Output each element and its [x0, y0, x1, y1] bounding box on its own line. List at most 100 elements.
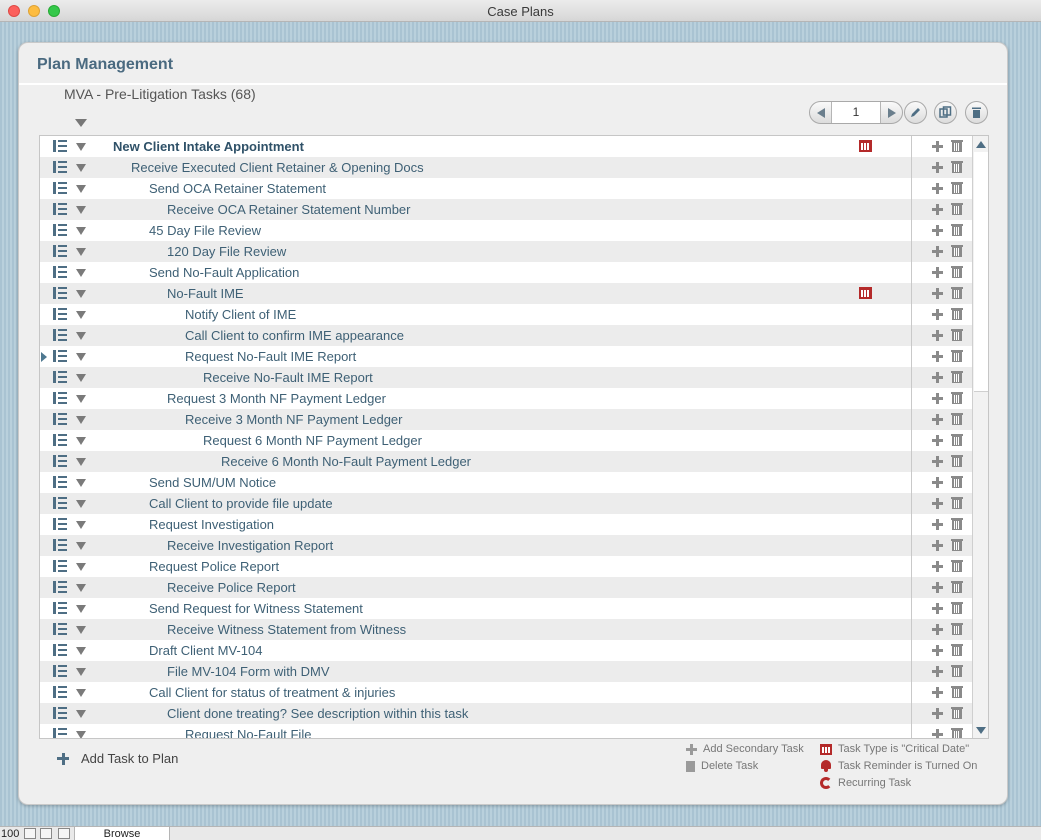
- task-label[interactable]: Send SUM/UM Notice: [149, 475, 276, 490]
- task-row[interactable]: Send No-Fault Application: [40, 262, 972, 283]
- drag-handle-icon[interactable]: [53, 560, 67, 572]
- delete-task-icon[interactable]: [951, 329, 963, 341]
- task-label[interactable]: Send Request for Witness Statement: [149, 601, 363, 616]
- expand-toggle-icon[interactable]: [76, 395, 86, 403]
- task-label[interactable]: Call Client to provide file update: [149, 496, 333, 511]
- task-row[interactable]: Request 6 Month NF Payment Ledger: [40, 430, 972, 451]
- drag-handle-icon[interactable]: [53, 245, 67, 257]
- delete-task-icon[interactable]: [951, 707, 963, 719]
- add-secondary-task-icon[interactable]: [932, 309, 943, 320]
- delete-task-icon[interactable]: [951, 350, 963, 362]
- task-row[interactable]: Client done treating? See description wi…: [40, 703, 972, 724]
- drag-handle-icon[interactable]: [53, 665, 67, 677]
- drag-handle-icon[interactable]: [53, 329, 67, 341]
- scroll-up-icon[interactable]: [976, 141, 986, 148]
- task-label[interactable]: Receive 6 Month No-Fault Payment Ledger: [221, 454, 471, 469]
- add-task-to-plan-button[interactable]: Add Task to Plan: [57, 751, 178, 766]
- task-row[interactable]: New Client Intake Appointment: [40, 136, 972, 157]
- scroll-thumb[interactable]: [974, 152, 988, 392]
- expand-toggle-icon[interactable]: [76, 668, 86, 676]
- task-row[interactable]: Request No-Fault File: [40, 724, 972, 738]
- expand-toggle-icon[interactable]: [76, 584, 86, 592]
- task-label[interactable]: Receive OCA Retainer Statement Number: [167, 202, 411, 217]
- add-secondary-task-icon[interactable]: [932, 162, 943, 173]
- add-secondary-task-icon[interactable]: [932, 141, 943, 152]
- expand-toggle-icon[interactable]: [76, 521, 86, 529]
- delete-task-icon[interactable]: [951, 224, 963, 236]
- drag-handle-icon[interactable]: [53, 140, 67, 152]
- task-label[interactable]: Receive 3 Month NF Payment Ledger: [185, 412, 403, 427]
- task-row[interactable]: Request No-Fault IME Report: [40, 346, 972, 367]
- delete-plan-button[interactable]: [965, 101, 988, 124]
- task-row[interactable]: Send OCA Retainer Statement: [40, 178, 972, 199]
- delete-task-icon[interactable]: [951, 581, 963, 593]
- task-row[interactable]: Receive 6 Month No-Fault Payment Ledger: [40, 451, 972, 472]
- expand-toggle-icon[interactable]: [76, 689, 86, 697]
- task-label[interactable]: Receive Executed Client Retainer & Openi…: [131, 160, 424, 175]
- expand-toggle-icon[interactable]: [76, 374, 86, 382]
- drag-handle-icon[interactable]: [53, 728, 67, 738]
- delete-task-icon[interactable]: [951, 476, 963, 488]
- delete-task-icon[interactable]: [951, 413, 963, 425]
- add-secondary-task-icon[interactable]: [932, 414, 943, 425]
- add-secondary-task-icon[interactable]: [932, 645, 943, 656]
- expand-toggle-icon[interactable]: [76, 647, 86, 655]
- page-number-field[interactable]: 1: [832, 102, 880, 123]
- expand-toggle-icon[interactable]: [76, 416, 86, 424]
- task-row[interactable]: Send SUM/UM Notice: [40, 472, 972, 493]
- task-label[interactable]: Receive Witness Statement from Witness: [167, 622, 406, 637]
- drag-handle-icon[interactable]: [53, 518, 67, 530]
- add-secondary-task-icon[interactable]: [932, 204, 943, 215]
- drag-handle-icon[interactable]: [53, 539, 67, 551]
- task-label[interactable]: Send OCA Retainer Statement: [149, 181, 326, 196]
- expand-toggle-icon[interactable]: [76, 731, 86, 738]
- task-label[interactable]: Request No-Fault File: [185, 727, 311, 738]
- delete-task-icon[interactable]: [951, 287, 963, 299]
- add-secondary-task-icon[interactable]: [932, 519, 943, 530]
- task-label[interactable]: Call Client for status of treatment & in…: [149, 685, 395, 700]
- add-secondary-task-icon[interactable]: [932, 624, 943, 635]
- task-row[interactable]: 45 Day File Review: [40, 220, 972, 241]
- expand-toggle-icon[interactable]: [76, 248, 86, 256]
- delete-task-icon[interactable]: [951, 560, 963, 572]
- task-label[interactable]: Request 6 Month NF Payment Ledger: [203, 433, 422, 448]
- add-secondary-task-icon[interactable]: [932, 246, 943, 257]
- zoom-out-button[interactable]: [24, 828, 36, 839]
- add-secondary-task-icon[interactable]: [932, 183, 943, 194]
- task-row[interactable]: 120 Day File Review: [40, 241, 972, 262]
- scroll-down-icon[interactable]: [976, 727, 986, 734]
- task-label[interactable]: Request Investigation: [149, 517, 274, 532]
- task-row[interactable]: Receive Executed Client Retainer & Openi…: [40, 157, 972, 178]
- drag-handle-icon[interactable]: [53, 434, 67, 446]
- add-secondary-task-icon[interactable]: [932, 708, 943, 719]
- drag-handle-icon[interactable]: [53, 224, 67, 236]
- expand-toggle-icon[interactable]: [76, 143, 86, 151]
- drag-handle-icon[interactable]: [53, 392, 67, 404]
- zoom-in-button[interactable]: [40, 828, 52, 839]
- add-secondary-task-icon[interactable]: [932, 393, 943, 404]
- task-label[interactable]: New Client Intake Appointment: [113, 139, 304, 154]
- task-row[interactable]: Call Client to provide file update: [40, 493, 972, 514]
- drag-handle-icon[interactable]: [53, 308, 67, 320]
- add-secondary-task-icon[interactable]: [932, 351, 943, 362]
- delete-task-icon[interactable]: [951, 602, 963, 614]
- add-secondary-task-icon[interactable]: [932, 267, 943, 278]
- drag-handle-icon[interactable]: [53, 455, 67, 467]
- expand-toggle-icon[interactable]: [76, 710, 86, 718]
- task-label[interactable]: No-Fault IME: [167, 286, 244, 301]
- expand-toggle-icon[interactable]: [76, 206, 86, 214]
- delete-task-icon[interactable]: [951, 539, 963, 551]
- collapse-all-icon[interactable]: [75, 119, 87, 127]
- task-label[interactable]: Receive Police Report: [167, 580, 296, 595]
- add-secondary-task-icon[interactable]: [932, 225, 943, 236]
- drag-handle-icon[interactable]: [53, 476, 67, 488]
- task-row[interactable]: Receive OCA Retainer Statement Number: [40, 199, 972, 220]
- edit-button[interactable]: [904, 101, 927, 124]
- delete-task-icon[interactable]: [951, 182, 963, 194]
- mode-indicator[interactable]: Browse: [74, 827, 170, 840]
- vertical-scrollbar[interactable]: [972, 136, 988, 738]
- drag-handle-icon[interactable]: [53, 623, 67, 635]
- drag-handle-icon[interactable]: [53, 350, 67, 362]
- delete-task-icon[interactable]: [951, 203, 963, 215]
- drag-handle-icon[interactable]: [53, 707, 67, 719]
